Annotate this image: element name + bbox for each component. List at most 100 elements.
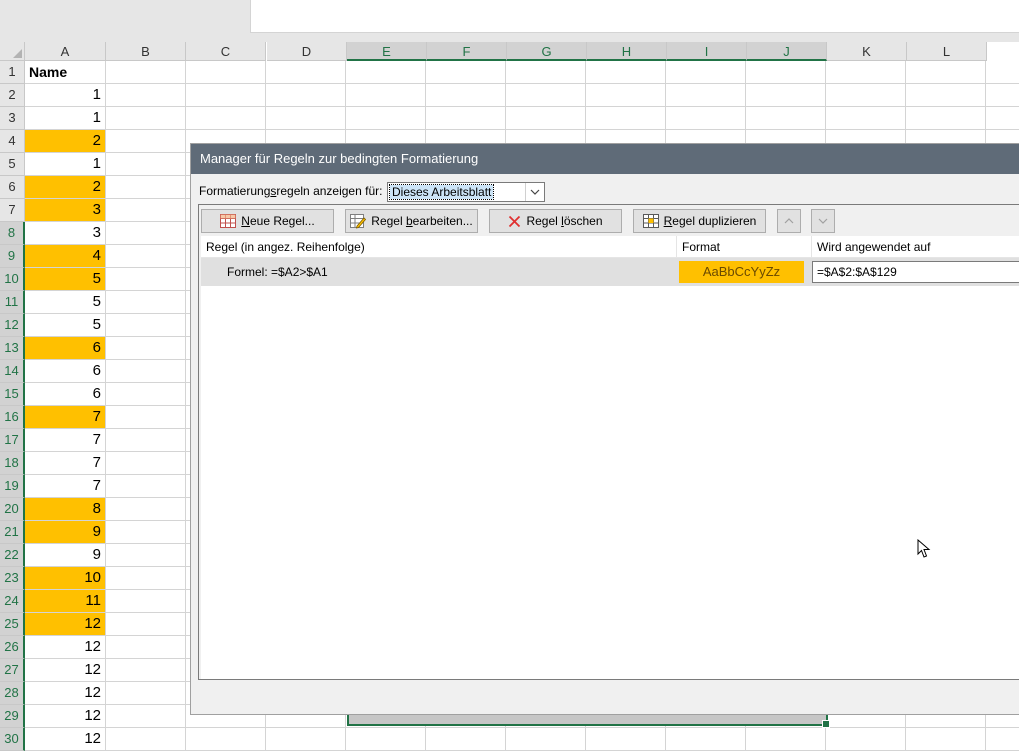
row-header[interactable]: 11 (0, 291, 25, 314)
row-header[interactable]: 19 (0, 475, 25, 498)
row-header[interactable]: 10 (0, 268, 25, 291)
row-header[interactable]: 6 (0, 176, 25, 199)
empty-cells[interactable] (106, 84, 1019, 107)
delete-rule-button[interactable]: Regel löschen (489, 209, 622, 233)
show-rules-for-label: Formatierungsregeln anzeigen für: (199, 184, 382, 198)
duplicate-rule-button[interactable]: Regel duplizieren (633, 209, 766, 233)
move-down-button[interactable] (811, 209, 835, 233)
cell-a[interactable]: 1 (25, 107, 106, 130)
column-header-applies-to[interactable]: Wird angewendet auf (812, 236, 1019, 258)
row-header[interactable]: 18 (0, 452, 25, 475)
duplicate-rule-icon (642, 214, 659, 228)
move-up-button[interactable] (777, 209, 801, 233)
sheet-row: 1 Name (0, 61, 1019, 84)
row-header[interactable]: 23 (0, 567, 25, 590)
column-header-h[interactable]: H (587, 42, 667, 61)
cell-a[interactable]: 7 (25, 406, 106, 429)
row-header[interactable]: 2 (0, 84, 25, 107)
select-all-button[interactable] (0, 42, 25, 61)
cell-a[interactable]: 7 (25, 429, 106, 452)
cell-a[interactable]: 9 (25, 544, 106, 567)
column-header-k[interactable]: K (827, 42, 907, 61)
row-header[interactable]: 14 (0, 360, 25, 383)
column-header-d[interactable]: D (267, 42, 347, 61)
cell-a[interactable]: 3 (25, 199, 106, 222)
row-header[interactable]: 3 (0, 107, 25, 130)
rule-row[interactable]: Formel: =$A2>$A1 AaBbCcYyZz =$A$2:$A$129 (201, 258, 1019, 286)
column-header-g[interactable]: G (507, 42, 587, 61)
column-header-format[interactable]: Format (677, 236, 812, 258)
row-header[interactable]: 5 (0, 153, 25, 176)
column-header-e[interactable]: E (347, 42, 427, 61)
row-header[interactable]: 28 (0, 682, 25, 705)
chevron-down-icon[interactable] (525, 183, 544, 201)
applies-to-input[interactable]: =$A$2:$A$129 (812, 261, 1019, 283)
cell-a[interactable]: 12 (25, 728, 106, 751)
row-header[interactable]: 1 (0, 61, 25, 84)
cell-a[interactable]: 6 (25, 360, 106, 383)
cell-a[interactable]: 2 (25, 176, 106, 199)
column-header-c[interactable]: C (186, 42, 266, 61)
cell-a[interactable]: 9 (25, 521, 106, 544)
column-header-b[interactable]: B (106, 42, 186, 61)
column-header-j[interactable]: J (747, 42, 827, 61)
cell-a[interactable]: 1 (25, 153, 106, 176)
cell-a[interactable]: 8 (25, 498, 106, 521)
row-header[interactable]: 26 (0, 636, 25, 659)
empty-cells[interactable] (106, 61, 1019, 84)
row-header[interactable]: 21 (0, 521, 25, 544)
fill-handle[interactable] (822, 720, 830, 728)
row-header[interactable]: 7 (0, 199, 25, 222)
cell-a[interactable]: 7 (25, 452, 106, 475)
rule-formula: Formel: =$A2>$A1 (227, 265, 328, 279)
row-header[interactable]: 4 (0, 130, 25, 153)
cell-a[interactable]: 10 (25, 567, 106, 590)
row-header[interactable]: 15 (0, 383, 25, 406)
sheet-row: 31 (0, 107, 1019, 130)
cell-a[interactable]: 4 (25, 245, 106, 268)
row-header[interactable]: 17 (0, 429, 25, 452)
row-header[interactable]: 20 (0, 498, 25, 521)
cell-a[interactable]: 3 (25, 222, 106, 245)
cell-a[interactable]: 6 (25, 337, 106, 360)
cell-a[interactable]: 11 (25, 590, 106, 613)
row-header[interactable]: 9 (0, 245, 25, 268)
row-header[interactable]: 24 (0, 590, 25, 613)
row-header[interactable]: 30 (0, 728, 25, 751)
cell-a[interactable]: 6 (25, 383, 106, 406)
row-header[interactable]: 16 (0, 406, 25, 429)
row-header[interactable]: 25 (0, 613, 25, 636)
edit-rule-icon (350, 213, 367, 229)
cell-a[interactable]: 12 (25, 613, 106, 636)
cell-a[interactable]: Name (25, 61, 106, 84)
row-header[interactable]: 22 (0, 544, 25, 567)
cell-a[interactable]: 12 (25, 705, 106, 728)
column-header-i[interactable]: I (667, 42, 747, 61)
edit-rule-label: Regel bearbeiten... (371, 214, 473, 228)
show-rules-for-dropdown[interactable]: Dieses Arbeitsblatt (387, 182, 545, 202)
cell-a[interactable]: 12 (25, 659, 106, 682)
column-header-a[interactable]: A (25, 42, 106, 61)
cell-a[interactable]: 12 (25, 682, 106, 705)
cell-a[interactable]: 7 (25, 475, 106, 498)
empty-cells[interactable] (106, 107, 1019, 130)
row-header[interactable]: 8 (0, 222, 25, 245)
empty-cells[interactable] (106, 728, 1019, 751)
cell-a[interactable]: 5 (25, 268, 106, 291)
row-header[interactable]: 13 (0, 337, 25, 360)
rules-list[interactable]: Regel (in angez. Reihenfolge) Format Wir… (201, 236, 1019, 679)
new-rule-button[interactable]: Neue Regel... (201, 209, 334, 233)
column-header-f[interactable]: F (427, 42, 507, 61)
edit-rule-button[interactable]: Regel bearbeiten... (345, 209, 478, 233)
cell-a[interactable]: 5 (25, 291, 106, 314)
row-header[interactable]: 12 (0, 314, 25, 337)
cell-a[interactable]: 1 (25, 84, 106, 107)
cell-a[interactable]: 2 (25, 130, 106, 153)
formula-bar[interactable] (250, 0, 1019, 33)
column-header-rule[interactable]: Regel (in angez. Reihenfolge) (201, 236, 677, 258)
row-header[interactable]: 29 (0, 705, 25, 728)
cell-a[interactable]: 5 (25, 314, 106, 337)
cell-a[interactable]: 12 (25, 636, 106, 659)
row-header[interactable]: 27 (0, 659, 25, 682)
column-header-l[interactable]: L (907, 42, 987, 61)
